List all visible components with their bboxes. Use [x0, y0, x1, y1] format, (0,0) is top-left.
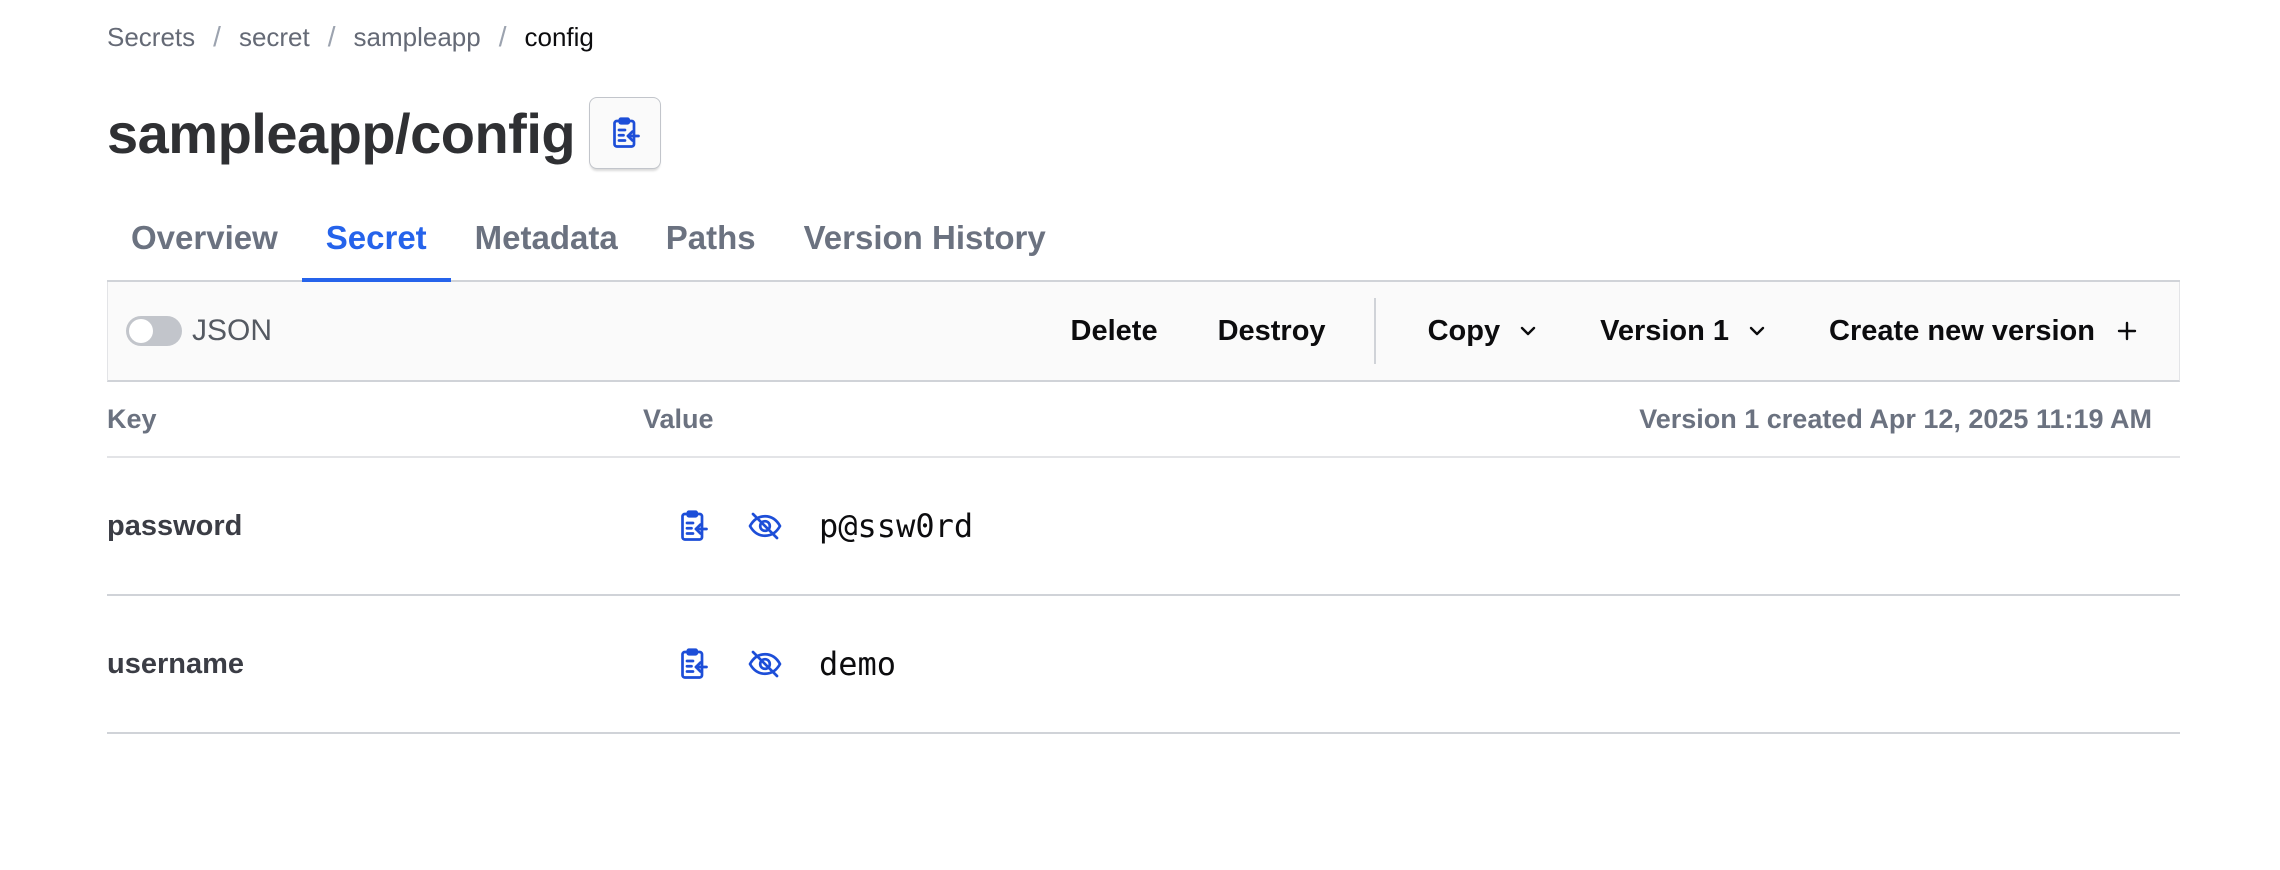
destroy-button[interactable]: Destroy	[1188, 282, 1356, 380]
create-new-version-label: Create new version	[1829, 314, 2095, 347]
copy-dropdown-label: Copy	[1427, 314, 1501, 347]
breadcrumb-current: config	[524, 21, 594, 52]
secret-key: password	[107, 509, 243, 542]
clipboard-copy-icon	[681, 510, 708, 541]
json-toggle-label: JSON	[192, 314, 273, 347]
tab-overview[interactable]: Overview	[107, 196, 302, 280]
eye-off-icon	[748, 512, 782, 540]
tab-metadata[interactable]: Metadata	[451, 196, 642, 280]
column-header-value: Value	[643, 403, 714, 434]
table-row: username demo	[107, 596, 2180, 734]
clipboard-copy-icon	[681, 648, 708, 679]
version-dropdown-label: Version 1	[1600, 314, 1730, 347]
switch-knob	[129, 319, 153, 343]
page-title: sampleapp/config	[107, 101, 576, 165]
tab-secret[interactable]: Secret	[301, 196, 451, 282]
chevron-down-icon	[1520, 326, 1536, 336]
secret-detail-page: Secrets / secret / sampleapp / config sa…	[0, 0, 2280, 870]
plus-icon	[2117, 321, 2137, 341]
secret-toolbar: JSON Delete Destroy Copy Version 1 Creat…	[107, 282, 2180, 382]
copy-dropdown[interactable]: Copy	[1398, 282, 1571, 380]
json-switch[interactable]	[126, 316, 182, 346]
table-header: Key Value Version 1 created Apr 12, 2025…	[107, 382, 2180, 458]
secret-value: p@ssw0rd	[819, 507, 974, 545]
breadcrumb-separator: /	[327, 21, 336, 52]
table-row: password p@ssw0rd	[107, 458, 2180, 596]
copy-value-button[interactable]	[673, 506, 713, 546]
chevron-down-icon	[1749, 326, 1765, 336]
tab-bar: Overview Secret Metadata Paths Version H…	[107, 196, 2180, 282]
version-created-info: Version 1 created Apr 12, 2025 11:19 AM	[1639, 403, 2152, 434]
breadcrumb-separator: /	[213, 21, 221, 52]
breadcrumb-secret[interactable]: secret	[239, 22, 310, 53]
tab-paths[interactable]: Paths	[642, 196, 780, 280]
clipboard-copy-icon	[613, 117, 640, 148]
version-dropdown[interactable]: Version 1	[1570, 282, 1799, 380]
json-toggle[interactable]: JSON	[126, 314, 272, 348]
breadcrumb-sampleapp[interactable]: sampleapp	[354, 22, 481, 53]
toggle-visibility-button[interactable]	[745, 506, 785, 546]
create-new-version-button[interactable]: Create new version	[1799, 282, 2179, 380]
copy-path-button[interactable]	[589, 97, 662, 169]
breadcrumb-secrets[interactable]: Secrets	[107, 22, 195, 53]
toggle-visibility-button[interactable]	[745, 644, 785, 684]
title-row: sampleapp/config	[107, 96, 662, 170]
secret-value: demo	[819, 645, 897, 683]
breadcrumb: Secrets / secret / sampleapp / config	[107, 20, 594, 54]
column-header-key: Key	[107, 403, 157, 434]
toolbar-divider	[1373, 298, 1376, 364]
eye-off-icon	[748, 650, 782, 678]
copy-value-button[interactable]	[673, 644, 713, 684]
secret-key: username	[107, 647, 245, 680]
breadcrumb-separator: /	[498, 21, 507, 52]
tab-version-history[interactable]: Version History	[780, 196, 1070, 280]
delete-button[interactable]: Delete	[1041, 282, 1188, 380]
